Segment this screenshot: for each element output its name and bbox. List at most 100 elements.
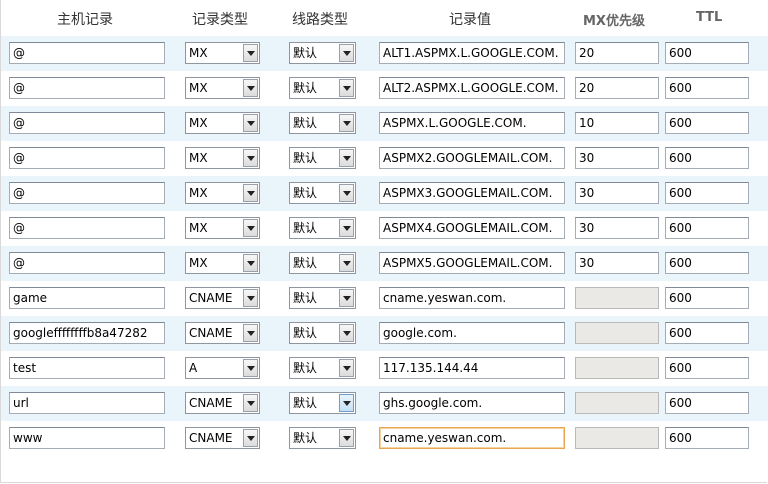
- mx-priority-input[interactable]: 20: [575, 42, 659, 64]
- host-input[interactable]: @: [9, 252, 165, 274]
- type-select[interactable]: CNAME: [185, 427, 260, 449]
- chevron-down-icon[interactable]: [339, 219, 354, 237]
- mx-priority-input[interactable]: 30: [575, 147, 659, 169]
- chevron-down-icon[interactable]: [339, 44, 354, 62]
- type-select[interactable]: CNAME: [185, 287, 260, 309]
- host-input[interactable]: @: [9, 182, 165, 204]
- line-select[interactable]: 默认: [289, 287, 356, 309]
- type-select[interactable]: MX: [185, 217, 260, 239]
- chevron-down-icon[interactable]: [243, 219, 258, 237]
- line-select[interactable]: 默认: [289, 147, 356, 169]
- chevron-down-icon[interactable]: [339, 254, 354, 272]
- ttl-input[interactable]: 600: [665, 252, 749, 274]
- line-value: 默认: [293, 186, 318, 200]
- value-input[interactable]: ghs.google.com.: [379, 392, 565, 414]
- value-input[interactable]: cname.yeswan.com.: [379, 287, 565, 309]
- chevron-down-icon[interactable]: [339, 114, 354, 132]
- ttl-input[interactable]: 600: [665, 322, 749, 344]
- ttl-input[interactable]: 600: [665, 392, 749, 414]
- chevron-down-icon[interactable]: [339, 359, 354, 377]
- chevron-down-icon[interactable]: [243, 289, 258, 307]
- chevron-down-icon[interactable]: [339, 324, 354, 342]
- type-select[interactable]: MX: [185, 77, 260, 99]
- chevron-down-icon[interactable]: [243, 184, 258, 202]
- type-value: MX: [189, 116, 208, 130]
- header-line: 线路类型: [292, 12, 348, 28]
- ttl-input[interactable]: 600: [665, 287, 749, 309]
- type-select[interactable]: MX: [185, 252, 260, 274]
- host-input[interactable]: @: [9, 147, 165, 169]
- ttl-input[interactable]: 600: [665, 77, 749, 99]
- value-input[interactable]: ASPMX4.GOOGLEMAIL.COM.: [379, 217, 565, 239]
- ttl-input[interactable]: 600: [665, 357, 749, 379]
- chevron-down-icon[interactable]: [243, 429, 258, 447]
- line-select[interactable]: 默认: [289, 42, 356, 64]
- value-input[interactable]: cname.yeswan.com.: [379, 427, 565, 449]
- value-input[interactable]: google.com.: [379, 322, 565, 344]
- line-select[interactable]: 默认: [289, 252, 356, 274]
- value-input[interactable]: ASPMX5.GOOGLEMAIL.COM.: [379, 252, 565, 274]
- host-input[interactable]: @: [9, 112, 165, 134]
- ttl-input[interactable]: 600: [665, 112, 749, 134]
- chevron-down-icon[interactable]: [243, 394, 258, 412]
- ttl-input[interactable]: 600: [665, 217, 749, 239]
- type-select[interactable]: MX: [185, 112, 260, 134]
- host-input[interactable]: @: [9, 42, 165, 64]
- type-select[interactable]: CNAME: [185, 322, 260, 344]
- type-select[interactable]: MX: [185, 147, 260, 169]
- chevron-down-icon[interactable]: [243, 114, 258, 132]
- host-input[interactable]: url: [9, 392, 165, 414]
- value-input[interactable]: ASPMX2.GOOGLEMAIL.COM.: [379, 147, 565, 169]
- value-input[interactable]: ALT2.ASPMX.L.GOOGLE.COM.: [379, 77, 565, 99]
- chevron-down-icon[interactable]: [243, 79, 258, 97]
- chevron-down-icon[interactable]: [243, 44, 258, 62]
- mx-priority-input: [575, 427, 659, 449]
- line-select[interactable]: 默认: [289, 427, 356, 449]
- chevron-down-icon[interactable]: [243, 359, 258, 377]
- mx-priority-input[interactable]: 30: [575, 252, 659, 274]
- host-input[interactable]: game: [9, 287, 165, 309]
- ttl-input[interactable]: 600: [665, 147, 749, 169]
- chevron-down-icon[interactable]: [339, 184, 354, 202]
- chevron-down-icon[interactable]: [339, 149, 354, 167]
- line-select[interactable]: 默认: [289, 182, 356, 204]
- type-select[interactable]: MX: [185, 42, 260, 64]
- mx-priority-input[interactable]: 10: [575, 112, 659, 134]
- host-input[interactable]: googleffffffffb8a47282: [9, 322, 165, 344]
- ttl-input[interactable]: 600: [665, 42, 749, 64]
- chevron-down-icon[interactable]: [243, 324, 258, 342]
- value-input[interactable]: 117.135.144.44: [379, 357, 565, 379]
- line-select[interactable]: 默认: [289, 77, 356, 99]
- ttl-input[interactable]: 600: [665, 427, 749, 449]
- chevron-down-icon[interactable]: [243, 149, 258, 167]
- type-select[interactable]: CNAME: [185, 392, 260, 414]
- host-input[interactable]: test: [9, 357, 165, 379]
- line-select[interactable]: 默认: [289, 322, 356, 344]
- line-value: 默认: [293, 431, 318, 445]
- table-row: @ MX 默认 ALT2.ASPMX.L.GOOGLE.COM. 20 600: [1, 71, 768, 106]
- mx-priority-input: [575, 357, 659, 379]
- line-value: 默认: [293, 326, 318, 340]
- value-input[interactable]: ALT1.ASPMX.L.GOOGLE.COM.: [379, 42, 565, 64]
- value-input[interactable]: ASPMX3.GOOGLEMAIL.COM.: [379, 182, 565, 204]
- mx-priority-input[interactable]: 30: [575, 182, 659, 204]
- host-input[interactable]: @: [9, 217, 165, 239]
- mx-priority-input[interactable]: 30: [575, 217, 659, 239]
- chevron-down-icon[interactable]: [339, 429, 354, 447]
- host-input[interactable]: www: [9, 427, 165, 449]
- type-value: MX: [189, 186, 208, 200]
- chevron-down-icon[interactable]: [339, 289, 354, 307]
- line-select[interactable]: 默认: [289, 357, 356, 379]
- chevron-down-icon[interactable]: [339, 394, 354, 412]
- type-select[interactable]: A: [185, 357, 260, 379]
- chevron-down-icon[interactable]: [243, 254, 258, 272]
- value-input[interactable]: ASPMX.L.GOOGLE.COM.: [379, 112, 565, 134]
- ttl-input[interactable]: 600: [665, 182, 749, 204]
- chevron-down-icon[interactable]: [339, 79, 354, 97]
- type-select[interactable]: MX: [185, 182, 260, 204]
- host-input[interactable]: @: [9, 77, 165, 99]
- line-select[interactable]: 默认: [289, 112, 356, 134]
- line-select[interactable]: 默认: [289, 392, 356, 414]
- mx-priority-input[interactable]: 20: [575, 77, 659, 99]
- line-select[interactable]: 默认: [289, 217, 356, 239]
